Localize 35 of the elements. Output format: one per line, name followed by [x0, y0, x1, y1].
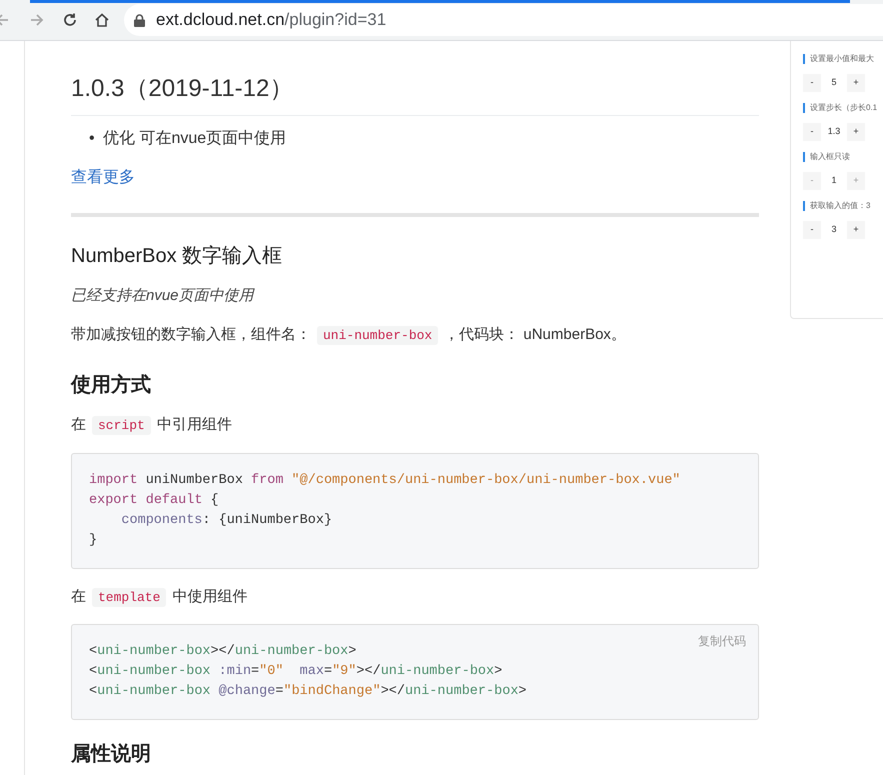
- intro-text: 带加减按钮的数字输入框，组件名： uni-number-box ，代码块： uNumberBox。: [71, 324, 627, 346]
- lock-icon: [134, 14, 145, 26]
- doc-title: NumberBox 数字输入框: [71, 244, 284, 269]
- plus-button[interactable]: +: [847, 74, 865, 92]
- code-line: import uniNumberBox from "@/components/uni-number-box/uni-number-box.vue": [89, 472, 682, 490]
- number-box[interactable]: - 5 +: [803, 74, 883, 92]
- code-line: <uni-number-box @change="bindChange"></uni-number-box>: [89, 683, 528, 701]
- preview-label: 设置步长（步长0.1: [810, 102, 878, 114]
- code-line: <uni-number-box :min="0" max="9"></uni-number-box>: [89, 663, 504, 681]
- plus-button[interactable]: +: [847, 221, 865, 239]
- preview-label: 设置最小值和最大: [810, 53, 874, 65]
- minus-button[interactable]: -: [803, 123, 821, 141]
- support-note: 已经支持在nvue页面中使用: [71, 286, 256, 306]
- instruction-text: 在 template 中使用组件: [71, 586, 248, 608]
- code-line: components: {uniNumberBox}: [120, 512, 334, 530]
- number-box[interactable]: - 1.3 +: [803, 123, 883, 141]
- minus-button[interactable]: -: [803, 221, 821, 239]
- plus-button[interactable]: +: [847, 123, 865, 141]
- preview-label: 输入框只读: [810, 151, 850, 163]
- reload-icon[interactable]: [62, 12, 78, 28]
- instruction-text: 在 script 中引用组件: [71, 415, 233, 436]
- code-line: }: [89, 532, 98, 550]
- home-icon[interactable]: [94, 12, 110, 28]
- number-box[interactable]: - 3 +: [803, 221, 883, 239]
- address-bar[interactable]: ext.dcloud.net.cn/plugin?id=31: [124, 4, 883, 36]
- section-heading: 使用方式: [71, 372, 152, 398]
- section-heading: 属性说明: [71, 742, 152, 766]
- code-line: export default {: [89, 492, 220, 510]
- code-line: <uni-number-box></uni-number-box>: [89, 643, 358, 661]
- view-more-link[interactable]: 查看更多: [71, 166, 135, 190]
- minus-button[interactable]: -: [803, 74, 821, 92]
- preview-label: 获取输入的值：3: [810, 200, 870, 212]
- bullet: •: [89, 129, 96, 149]
- changelog-item: 优化 可在nvue页面中使用: [103, 128, 286, 149]
- version-heading: 1.0.3（2019-11-12）: [71, 71, 759, 116]
